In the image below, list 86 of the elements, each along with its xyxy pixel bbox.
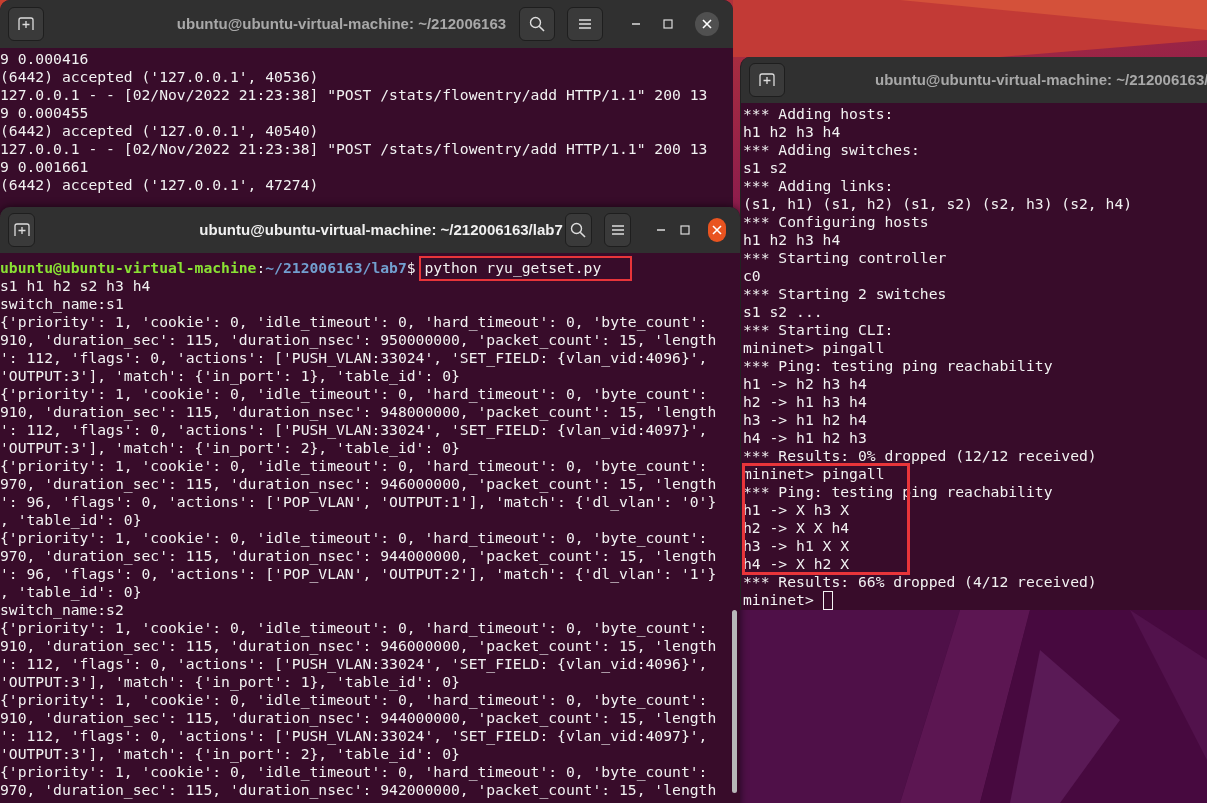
terminal-line: mininet> (743, 591, 814, 609)
terminal-line: ': 112, 'flags': 0, 'actions': ['PUSH_VLAN:33024', 'SET_FIELD: {vlan_vid:4096}', (0, 655, 709, 673)
terminal-line: , 'table_id': 0} (0, 511, 143, 529)
terminal-line: 9 0.000416 (0, 50, 90, 68)
menu-icon (578, 18, 592, 30)
terminal-line: {'priority': 1, 'cookie': 0, 'idle_timeout': 0, 'hard_timeout': 0, 'byte_count': (0, 763, 709, 781)
window-title: ubuntu@ubuntu-virtual-machine: ~/212006163/lab7 (198, 219, 563, 240)
new-tab-icon (18, 17, 34, 31)
terminal-line: *** Adding switches: (743, 141, 921, 159)
terminal-line: 127.0.0.1 - - [02/Nov/2022 21:23:38] "POST /stats/flowentry/add HTTP/1.1" 200 13 (0, 140, 709, 158)
terminal-line: 9 0.001661 (0, 158, 90, 176)
terminal-line: 910, 'duration_sec': 115, 'duration_nsec': 950000000, 'packet_count': 15, 'length (0, 331, 718, 349)
minimize-icon (631, 23, 641, 25)
terminal-line: switch_name:s2 (0, 601, 125, 619)
terminal-line: mininet> pingall (743, 465, 886, 483)
window-title: ubuntu@ubuntu-virtual-machine: ~/212006163 (175, 13, 508, 34)
new-tab-icon (13, 223, 30, 237)
terminal-line: {'priority': 1, 'cookie': 0, 'idle_timeout': 0, 'hard_timeout': 0, 'byte_count': (0, 691, 709, 709)
terminal-line: ': 112, 'flags': 0, 'actions': ['PUSH_VLAN:33024', 'SET_FIELD: {vlan_vid:4097}', (0, 421, 709, 439)
terminal-line: *** Configuring hosts (743, 213, 930, 231)
close-icon (712, 225, 723, 235)
terminal-line: h3 -> h1 h2 h4 (743, 411, 868, 429)
terminal-line: switch_name:s1 (0, 295, 125, 313)
terminal-line: {'priority': 1, 'cookie': 0, 'idle_timeout': 0, 'hard_timeout': 0, 'byte_count': (0, 457, 709, 475)
terminal-line: 910, 'duration_sec': 115, 'duration_nsec': 944000000, 'packet_count': 15, 'length (0, 709, 718, 727)
terminal-line: , 'table_id': 0} (0, 583, 143, 601)
terminal-line: ': 96, 'flags': 0, 'actions': ['POP_VLAN', 'OUTPUT:1'], 'match': {'dl_vlan': '0'} (0, 493, 718, 511)
terminal-line: 970, 'duration_sec': 115, 'duration_nsec': 946000000, 'packet_count': 15, 'length (0, 475, 718, 493)
minimize-icon (655, 229, 666, 231)
terminal-line: (6442) accepted ('127.0.0.1', 40536) (0, 68, 320, 86)
terminal-line: 910, 'duration_sec': 115, 'duration_nsec': 948000000, 'packet_count': 15, 'length (0, 403, 718, 421)
terminal-line: s1 s2 ... (743, 303, 824, 321)
terminal-line: 'OUTPUT:3'], 'match': {'in_port': 2}, 'table_id': 0} (0, 439, 461, 457)
terminal-line: *** Adding hosts: (743, 105, 895, 123)
search-button[interactable] (564, 213, 593, 247)
terminal-line: h4 -> h1 h2 h3 (743, 429, 868, 447)
menu-button[interactable] (604, 213, 632, 247)
new-tab-button[interactable] (8, 7, 44, 41)
terminal-line: (s1, h1) (s1, h2) (s1, s2) (s2, h3) (s2, h4) (743, 195, 1134, 213)
scrollbar[interactable] (732, 610, 737, 793)
terminal-line: *** Starting controller (743, 249, 948, 267)
menu-button[interactable] (567, 7, 603, 41)
terminal-line: *** Adding links: (743, 177, 895, 195)
terminal-line: *** Results: 66% dropped (4/12 received) (743, 573, 1098, 591)
new-tab-button[interactable] (749, 63, 785, 97)
terminal-line: 970, 'duration_sec': 115, 'duration_nsec': 942000000, 'packet_count': 15, 'length (0, 781, 718, 799)
search-icon (570, 222, 587, 238)
terminal-line: c0 (743, 267, 762, 285)
terminal-line: s1 h1 h2 s2 h3 h4 (0, 277, 152, 295)
terminal-line: 9 0.000455 (0, 104, 90, 122)
new-tab-button[interactable] (8, 213, 36, 247)
terminal-line: h2 -> h1 h3 h4 (743, 393, 868, 411)
terminal-line: h1 -> h2 h3 h4 (743, 375, 868, 393)
terminal-line: *** Ping: testing ping reachability (743, 357, 1054, 375)
search-button[interactable] (519, 7, 555, 41)
terminal-line: 'OUTPUT:3'], 'match': {'in_port': 2}, 'table_id': 0} (0, 745, 461, 763)
terminal-line: *** Starting CLI: (743, 321, 895, 339)
search-icon (529, 16, 545, 32)
terminal-line: h1 h2 h3 h4 (743, 123, 842, 141)
terminal-line: (6442) accepted ('127.0.0.1', 40540) (0, 122, 320, 140)
terminal-line: {'priority': 1, 'cookie': 0, 'idle_timeout': 0, 'hard_timeout': 0, 'byte_count': (0, 385, 709, 403)
terminal-line: 'OUTPUT:3'], 'match': {'in_port': 1}, 'table_id': 0} (0, 367, 461, 385)
terminal-line: h1 h2 h3 h4 (743, 231, 842, 249)
prompt-line: ubuntu@ubuntu-virtual-machine:~/212006163/lab7$ python ryu_getset.py (0, 259, 602, 277)
terminal-line: *** Starting 2 switches (743, 285, 948, 303)
terminal-line: *** Results: 0% dropped (12/12 received) (743, 447, 1098, 465)
terminal-line: {'priority': 1, 'cookie': 0, 'idle_timeout': 0, 'hard_timeout': 0, 'byte_count': (0, 529, 709, 547)
terminal-line: 910, 'duration_sec': 115, 'duration_nsec': 946000000, 'packet_count': 15, 'length (0, 637, 718, 655)
terminal-line: 127.0.0.1 - - [02/Nov/2022 21:23:38] "POST /stats/flowentry/add HTTP/1.1" 200 13 (0, 86, 709, 104)
terminal-line: 'OUTPUT:3'], 'match': {'in_port': 1}, 'table_id': 0} (0, 673, 461, 691)
terminal-line: {'priority': 1, 'cookie': 0, 'idle_timeout': 0, 'hard_timeout': 0, 'byte_count': (0, 619, 709, 637)
terminal-line: 970, 'duration_sec': 115, 'duration_nsec': 944000000, 'packet_count': 15, 'length (0, 547, 718, 565)
terminal-line: {'priority': 1, 'cookie': 0, 'idle_timeout': 0, 'hard_timeout': 0, 'byte_count': (0, 313, 709, 331)
maximize-icon (679, 225, 690, 235)
maximize-icon (663, 19, 673, 29)
terminal-line: (6442) accepted ('127.0.0.1', 47274) (0, 176, 320, 194)
terminal-line: mininet> pingall (743, 339, 886, 357)
terminal-line: ': 96, 'flags': 0, 'actions': ['POP_VLAN', 'OUTPUT:2'], 'match': {'dl_vlan': '1'} (0, 565, 718, 583)
close-button[interactable] (708, 218, 726, 242)
close-button[interactable] (695, 12, 719, 36)
terminal-line: ': 112, 'flags': 0, 'actions': ['PUSH_VLAN:33024', 'SET_FIELD: {vlan_vid:4096}', (0, 349, 709, 367)
close-icon (702, 19, 712, 29)
terminal-line: ': 112, 'flags': 0, 'actions': ['PUSH_VLAN:33024', 'SET_FIELD: {vlan_vid:4097}', (0, 727, 709, 745)
terminal-line: s1 s2 (743, 159, 789, 177)
menu-icon (610, 224, 625, 236)
new-tab-icon (759, 73, 775, 87)
